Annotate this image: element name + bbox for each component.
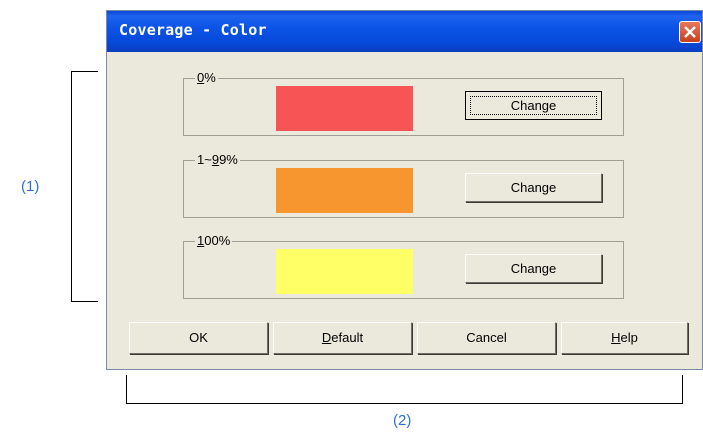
- group-1-99-percent: 1~99% Change: [183, 152, 624, 218]
- annotation-bracket-1: [71, 71, 98, 302]
- help-button[interactable]: Help: [561, 322, 688, 354]
- change-button-label: Change: [510, 261, 557, 276]
- change-button-label: Change: [510, 180, 557, 195]
- color-swatch-1-99-percent: [276, 168, 413, 213]
- group-label-1-99-percent: 1~99%: [195, 152, 240, 167]
- annotation-bracket-2: [126, 375, 683, 404]
- focus-ring: [470, 96, 597, 115]
- default-label: Default: [321, 330, 364, 345]
- coverage-color-dialog: Coverage - Color 0% Change 1~99% Change …: [106, 10, 703, 370]
- title-bar[interactable]: Coverage - Color: [107, 11, 702, 52]
- help-label: Help: [611, 330, 638, 345]
- color-swatch-0-percent: [276, 86, 413, 131]
- change-button-0-percent[interactable]: Change: [465, 91, 602, 120]
- ok-button[interactable]: OK: [129, 322, 268, 354]
- color-swatch-100-percent: [276, 249, 413, 294]
- group-100-percent: 100% Change: [183, 233, 624, 299]
- change-button-1-99-percent[interactable]: Change: [465, 173, 602, 202]
- dialog-title: Coverage - Color: [119, 21, 267, 39]
- group-label-0-percent: 0%: [195, 70, 218, 85]
- annotation-label-2: (2): [393, 412, 412, 429]
- cancel-button[interactable]: Cancel: [417, 322, 556, 354]
- default-button[interactable]: Default: [273, 322, 412, 354]
- cancel-label: Cancel: [466, 330, 507, 345]
- close-button[interactable]: [679, 21, 701, 43]
- annotation-label-1: (1): [21, 178, 40, 195]
- change-button-100-percent[interactable]: Change: [465, 254, 602, 283]
- group-0-percent: 0% Change: [183, 70, 624, 136]
- ok-label: OK: [189, 330, 208, 345]
- close-icon: [684, 26, 696, 38]
- group-label-100-percent: 100%: [195, 233, 233, 248]
